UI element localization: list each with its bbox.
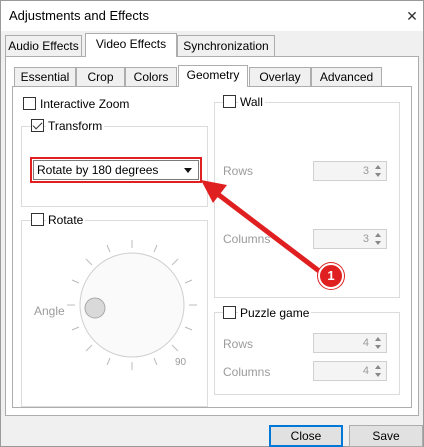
puzzle-group: [214, 312, 400, 395]
wall-label: Wall: [238, 95, 265, 109]
annotation-highlight-box: [30, 157, 202, 183]
transform-label: Transform: [46, 119, 105, 133]
puzzle-label: Puzzle game: [238, 306, 312, 320]
spin-arrows-icon[interactable]: [374, 231, 384, 247]
spin-arrows-icon[interactable]: [374, 363, 384, 379]
rotate-dial[interactable]: [65, 238, 199, 372]
puzzle-rows-spinbox[interactable]: 4: [313, 333, 387, 353]
angle-label: Angle: [34, 304, 65, 318]
subtab-overlay[interactable]: Overlay: [249, 67, 311, 87]
tab-video-effects[interactable]: Video Effects: [85, 33, 177, 57]
puzzle-rows-value: 4: [362, 337, 369, 349]
subtab-geometry[interactable]: Geometry: [178, 65, 248, 87]
close-button[interactable]: Close: [269, 425, 343, 447]
wall-columns-value: 3: [362, 233, 369, 245]
window-title: Adjustments and Effects: [9, 8, 149, 23]
subtab-essential[interactable]: Essential: [14, 67, 76, 87]
spin-arrows-icon[interactable]: [374, 335, 384, 351]
interactive-zoom-checkbox[interactable]: [23, 97, 36, 110]
puzzle-columns-value: 4: [362, 365, 369, 377]
dial-tick-label: 90: [175, 357, 187, 368]
save-button[interactable]: Save: [349, 425, 423, 447]
puzzle-checkbox[interactable]: [223, 306, 236, 319]
puzzle-columns-label: Columns: [223, 365, 271, 379]
title-bar: Adjustments and Effects ✕: [1, 1, 423, 31]
close-icon[interactable]: ✕: [405, 9, 419, 23]
transform-checkbox[interactable]: [31, 119, 44, 132]
spin-arrows-icon[interactable]: [374, 163, 384, 179]
wall-rows-value: 3: [362, 165, 369, 177]
annotation-badge: 1: [318, 263, 344, 289]
adjustments-effects-window: Adjustments and Effects ✕ Audio Effects …: [0, 0, 424, 447]
interactive-zoom-label: Interactive Zoom: [38, 97, 132, 111]
subtab-crop[interactable]: Crop: [76, 67, 125, 87]
dial-knob[interactable]: [84, 297, 106, 319]
wall-checkbox[interactable]: [223, 95, 236, 108]
tab-audio-effects[interactable]: Audio Effects: [5, 35, 82, 57]
subtab-advanced[interactable]: Advanced: [311, 67, 382, 87]
puzzle-rows-label: Rows: [223, 337, 254, 351]
rotate-checkbox[interactable]: [31, 213, 44, 226]
puzzle-columns-spinbox[interactable]: 4: [313, 361, 387, 381]
rotate-label: Rotate: [46, 213, 86, 227]
subtab-colors[interactable]: Colors: [125, 67, 177, 87]
tab-synchronization[interactable]: Synchronization: [177, 35, 275, 57]
